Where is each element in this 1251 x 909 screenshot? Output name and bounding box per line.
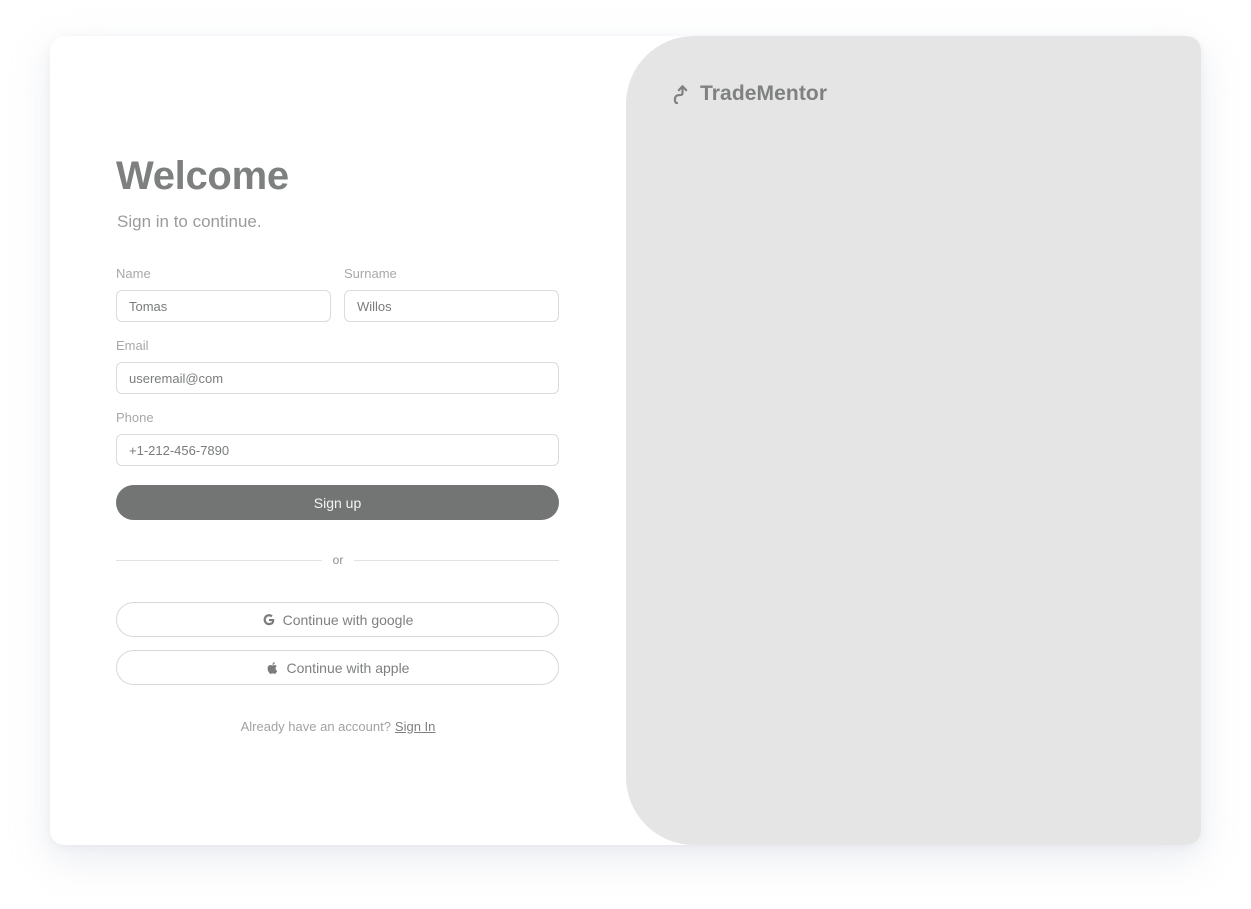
- apple-icon: [267, 661, 277, 674]
- email-input[interactable]: [116, 362, 559, 394]
- sign-in-link[interactable]: Sign In: [395, 719, 435, 734]
- page-subtitle: Sign in to continue.: [117, 212, 262, 231]
- divider-or-text: or: [332, 553, 344, 567]
- surname-label: Surname: [344, 266, 397, 281]
- signup-card: Welcome Sign in to continue. Name Surnam…: [50, 36, 1201, 845]
- divider-line-right: [354, 560, 559, 561]
- email-label: Email: [116, 338, 149, 353]
- apple-button-label: Continue with apple: [286, 659, 410, 676]
- name-label: Name: [116, 266, 151, 281]
- google-button-label: Continue with google: [282, 611, 414, 628]
- name-input[interactable]: [116, 290, 331, 322]
- brand-logo: TradeMentor: [672, 82, 827, 106]
- continue-with-google-button[interactable]: Continue with google: [116, 602, 559, 637]
- brand-name: TradeMentor: [700, 82, 828, 105]
- brand-panel: TradeMentor: [626, 36, 1201, 845]
- google-icon: [263, 613, 274, 625]
- divider-line-left: [116, 560, 322, 561]
- arrow-up-turn-icon: [673, 85, 688, 105]
- signup-form-panel: Welcome Sign in to continue. Name Surnam…: [50, 36, 626, 845]
- phone-label: Phone: [116, 410, 154, 425]
- sign-up-button[interactable]: Sign up: [116, 485, 559, 520]
- signin-prompt: Already have an account? Sign In: [50, 719, 626, 734]
- phone-input[interactable]: [116, 434, 559, 466]
- continue-with-apple-button[interactable]: Continue with apple: [116, 650, 559, 685]
- surname-input[interactable]: [344, 290, 559, 322]
- page-title: Welcome: [116, 154, 289, 198]
- signin-prompt-text: Already have an account?: [240, 719, 391, 734]
